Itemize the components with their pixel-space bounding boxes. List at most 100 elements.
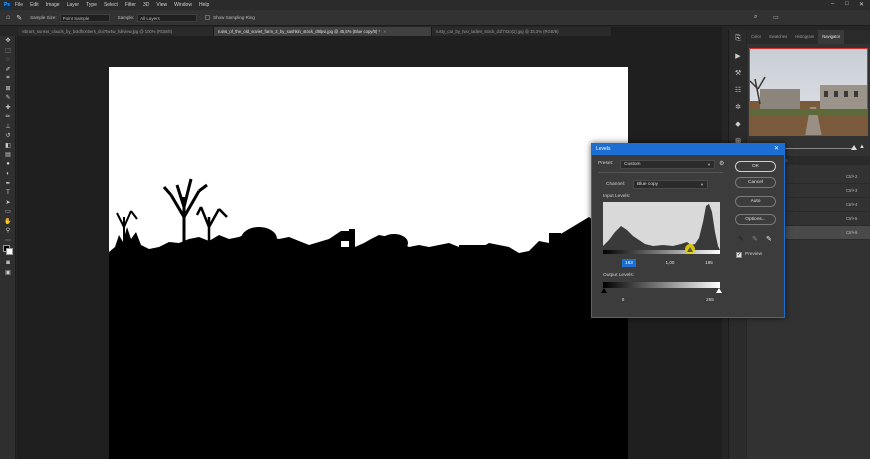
adjustments-icon[interactable]: ⚒ [729,64,747,81]
cancel-button[interactable]: Cancel [735,177,776,188]
properties-icon[interactable]: ☷ [729,81,747,98]
tab-document-3[interactable]: rusty_car_by_two_ladies_stock_d1f742o(2)… [432,27,612,36]
input-gamma-field[interactable]: 1,00 [660,259,680,267]
maximize-icon[interactable]: □ [845,1,849,7]
home-icon[interactable]: ⌂ [6,14,10,21]
sample-select[interactable]: All Layers [137,13,198,22]
output-black-slider[interactable] [601,288,607,293]
input-black-slider[interactable] [687,247,693,252]
minimize-icon[interactable]: – [831,1,834,7]
input-white-field[interactable]: 185 [700,259,718,267]
output-white-slider[interactable] [716,288,722,293]
menu-type[interactable]: Type [86,2,97,8]
tab-swatches[interactable]: Swatches [765,30,791,44]
tab-navigator[interactable]: Navigator [818,30,845,44]
zoom-in-icon[interactable]: ▲ [859,144,865,150]
blur-tool-icon[interactable]: ● [0,160,16,170]
channel-value: Blue copy [637,182,659,187]
black-eyedropper-icon[interactable]: ✎ [738,235,744,243]
gray-eyedropper-icon[interactable]: ✎ [752,235,758,243]
menu-edit[interactable]: Edit [30,2,39,8]
gradient-tool-icon[interactable]: ▤ [0,150,16,160]
menu-window[interactable]: Window [174,2,192,8]
crop-tool-icon[interactable]: ⌗ [0,74,16,84]
menu-layer[interactable]: Layer [67,2,80,8]
output-white-field[interactable]: 255 [702,296,718,304]
brush-tool-icon[interactable]: ✏ [0,112,16,122]
marquee-tool-icon[interactable]: ⬚ [0,46,16,56]
eyedropper-icon[interactable]: ✎ [0,93,16,103]
document-canvas[interactable] [109,67,628,459]
histogram-graph [603,204,720,250]
dialog-title: Levels [596,146,611,152]
levels-titlebar[interactable]: Levels ✕ [592,144,784,155]
white-eyedropper-icon[interactable]: ✎ [766,235,772,243]
menu-select[interactable]: Select [104,2,118,8]
tab-histogram[interactable]: Histogram [791,30,818,44]
close-tab-icon[interactable]: ✕ [383,29,387,34]
options-bar: ⌂ ✎ Sample Size: Point Sample Sample: Al… [0,10,870,26]
tab-color[interactable]: Color [747,30,765,44]
menu-help[interactable]: Help [199,2,209,8]
lasso-tool-icon[interactable]: ◌ [0,55,16,65]
menu-image[interactable]: Image [46,2,60,8]
menu-filter[interactable]: Filter [125,2,136,8]
menu-3d[interactable]: 3D [143,2,149,8]
options-button[interactable]: Options... [735,214,776,225]
auto-button[interactable]: Auto [735,196,776,207]
ok-button[interactable]: OK [735,161,776,172]
sample-size-select[interactable]: Point Sample [59,13,110,22]
shape-tool-icon[interactable]: ▭ [0,207,16,217]
navigator-preview-image [750,49,867,135]
dodge-tool-icon[interactable]: ◐ [0,169,16,179]
tab-document-1[interactable]: vibrant_sunset_clouds_by_boldfrontiers_d… [18,27,214,36]
screen-mode-icon[interactable]: ▣ [0,268,16,278]
hand-tool-icon[interactable]: ✋ [0,217,16,227]
menu-file[interactable]: File [15,2,23,8]
tab-label: rusty_car_by_two_ladies_stock_d1f742o(2)… [436,29,559,34]
color-swatches-icon[interactable] [0,244,16,255]
channel-select[interactable]: Blue copy ▼ [633,180,708,189]
output-black-field[interactable]: 0 [618,296,628,304]
more-tools-icon[interactable]: ⋯ [0,236,16,246]
history-brush-icon[interactable]: ↺ [0,131,16,141]
menu-view[interactable]: View [156,2,167,8]
quick-select-tool-icon[interactable]: ✐ [0,65,16,75]
document-tabs: vibrant_sunset_clouds_by_boldfrontiers_d… [18,27,722,36]
zoom-tool-icon[interactable]: ⚲ [0,226,16,236]
styles-icon[interactable]: ◆ [729,115,747,132]
navigator-thumbnail[interactable] [749,48,868,136]
close-icon[interactable]: ✕ [859,1,864,8]
path-select-icon[interactable]: ➤ [0,198,16,208]
tools-panel: ✥ ⬚ ◌ ✐ ⌗ ⊠ ✎ ✚ ✏ ⊥ ↺ ◧ ▤ ● ◐ ✒ T ➤ ▭ ✋ … [0,36,16,459]
input-gradient-bar [603,250,720,254]
move-tool-icon[interactable]: ✥ [0,36,16,46]
pen-tool-icon[interactable]: ✒ [0,179,16,189]
close-icon[interactable]: ✕ [774,144,779,155]
zoom-slider-handle[interactable] [851,145,857,150]
channel-shortcut: Ctrl+5 [846,216,858,221]
gear-icon[interactable]: ⚙ [719,160,724,167]
quick-mask-icon[interactable]: ◙ [0,259,16,269]
healing-brush-icon[interactable]: ✚ [0,103,16,113]
eyedropper-tool-icon[interactable]: ✎ [16,14,22,22]
show-ring-checkbox[interactable] [205,15,211,20]
preset-select[interactable]: Custom ▼ [620,160,715,169]
input-black-field[interactable]: 163 [622,259,636,267]
clone-stamp-icon[interactable]: ⊥ [0,122,16,132]
eraser-tool-icon[interactable]: ◧ [0,141,16,151]
history-icon[interactable]: ⎘ [729,30,747,47]
brush-settings-icon[interactable]: ✲ [729,98,747,115]
chevron-down-icon: ▼ [700,182,704,187]
search-icon[interactable]: ⌕ [754,14,757,21]
preview-label: Preview [745,252,763,257]
frame-tool-icon[interactable]: ⊠ [0,84,16,94]
channel-label: Channel: [606,182,626,187]
tab-document-2[interactable]: ruins_of_the_old_soviet_farm_2_by_sashki… [214,27,432,36]
type-tool-icon[interactable]: T [0,188,16,198]
play-icon[interactable]: ▶ [729,47,747,64]
workspace-icon[interactable]: ▭ [773,14,779,21]
sample-label: Sample: [117,15,135,20]
menu-bar: Ps File Edit Image Layer Type Select Fil… [0,0,870,10]
preview-checkbox[interactable]: ✓ [736,252,742,258]
